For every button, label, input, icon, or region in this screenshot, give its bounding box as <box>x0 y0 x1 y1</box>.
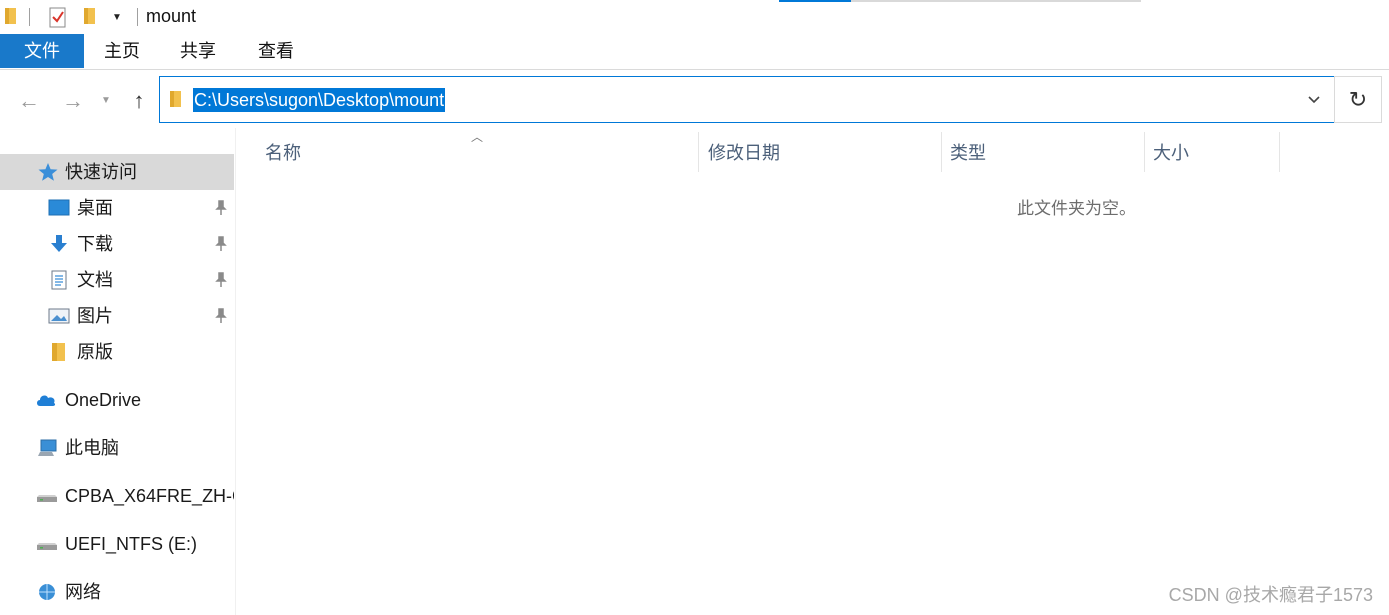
sidebar-item-drive-uefi[interactable]: UEFI_NTFS (E:) <box>0 526 234 562</box>
tab-view[interactable]: 查看 <box>258 34 294 68</box>
sidebar-item-desktop[interactable]: 桌面 <box>0 190 234 226</box>
back-arrow-icon[interactable]: ← <box>16 88 42 114</box>
sidebar-item-original[interactable]: 原版 <box>0 334 234 370</box>
sidebar-item-label: 快速访问 <box>65 162 137 182</box>
sidebar-item-label: CPBA_X64FRE_ZH-CN <box>65 486 234 506</box>
ribbon-tabs: 文件 主页 共享 查看 <box>0 34 1389 70</box>
tab-home[interactable]: 主页 <box>104 34 140 68</box>
star-icon <box>38 163 58 181</box>
sidebar-item-label: OneDrive <box>65 390 142 410</box>
address-path[interactable]: C:\Users\sugon\Desktop\mount <box>193 88 446 112</box>
watermark: CSDN @技术瘾君子1573 <box>1168 585 1373 605</box>
computer-icon <box>38 439 57 456</box>
separator <box>137 8 138 26</box>
drive-icon <box>37 495 57 502</box>
properties-icon[interactable] <box>49 6 67 28</box>
sidebar-item-label: 此电脑 <box>65 438 119 458</box>
sidebar-item-downloads[interactable]: 下载 <box>0 226 234 262</box>
sidebar-item-label: 网络 <box>65 582 101 602</box>
pin-icon[interactable] <box>212 271 230 289</box>
tab-share[interactable]: 共享 <box>180 34 216 68</box>
title-accent-bar <box>851 0 1141 2</box>
recent-locations-icon[interactable]: ▼ <box>101 95 111 106</box>
sidebar-item-network[interactable]: 网络 <box>0 574 234 610</box>
title-bar: ▼ mount <box>0 0 1389 34</box>
cloud-icon <box>37 395 56 406</box>
desktop-icon <box>48 199 70 216</box>
pin-icon[interactable] <box>212 199 230 217</box>
address-bar[interactable]: C:\Users\sugon\Desktop\mount <box>159 76 1335 123</box>
sidebar-item-documents[interactable]: 文档 <box>0 262 234 298</box>
navigation-bar: ← → ▼ ↑ C:\Users\sugon\Desktop\mount ↻ <box>0 72 1389 128</box>
folder-icon <box>52 343 65 361</box>
folder-icon <box>170 91 181 107</box>
folder-icon[interactable] <box>4 7 18 25</box>
column-header-name[interactable]: 名称 <box>237 132 697 174</box>
sidebar-item-label: 图片 <box>77 306 113 326</box>
sidebar-item-onedrive[interactable]: OneDrive <box>0 382 234 418</box>
pin-icon[interactable] <box>212 235 230 253</box>
sidebar-item-this-pc[interactable]: 此电脑 <box>0 430 234 466</box>
sidebar-item-label: 文档 <box>77 270 113 290</box>
up-arrow-icon[interactable]: ↑ <box>126 88 152 114</box>
document-icon <box>51 270 67 290</box>
sidebar-item-label: UEFI_NTFS (E:) <box>65 534 198 554</box>
new-folder-icon[interactable] <box>83 7 97 25</box>
sidebar-item-quick-access[interactable]: 快速访问 <box>0 154 234 190</box>
customize-quick-access-icon[interactable]: ▼ <box>111 12 123 24</box>
network-icon <box>39 584 55 600</box>
sidebar-item-label: 下载 <box>77 234 113 254</box>
column-header-modified[interactable]: 修改日期 <box>680 132 940 174</box>
navigation-pane: 快速访问 桌面 下载 文档 图片 原版 OneDrive 此电脑 CPBA_X6… <box>0 128 236 615</box>
window-title: mount <box>146 6 197 26</box>
separator <box>29 8 30 26</box>
drive-icon <box>37 543 57 550</box>
pin-icon[interactable] <box>212 307 230 325</box>
forward-arrow-icon[interactable]: → <box>60 88 86 114</box>
title-accent <box>779 0 851 2</box>
refresh-icon[interactable]: ↻ <box>1334 76 1382 123</box>
sidebar-item-label: 桌面 <box>77 198 113 218</box>
column-header-type[interactable]: 类型 <box>922 132 1142 174</box>
chevron-down-icon[interactable] <box>1304 89 1324 109</box>
sidebar-item-label: 原版 <box>77 342 113 362</box>
download-icon <box>51 235 67 252</box>
sidebar-item-drive-cpba[interactable]: CPBA_X64FRE_ZH-CN <box>0 478 234 514</box>
sidebar-item-pictures[interactable]: 图片 <box>0 298 234 334</box>
file-list: ︿ 名称 修改日期 类型 大小 此文件夹为空。 <box>237 128 1389 615</box>
empty-folder-message: 此文件夹为空。 <box>1017 199 1136 218</box>
column-divider[interactable] <box>1279 132 1280 172</box>
column-header-size[interactable]: 大小 <box>1125 132 1275 174</box>
picture-icon <box>48 308 70 324</box>
tab-file[interactable]: 文件 <box>0 34 84 68</box>
